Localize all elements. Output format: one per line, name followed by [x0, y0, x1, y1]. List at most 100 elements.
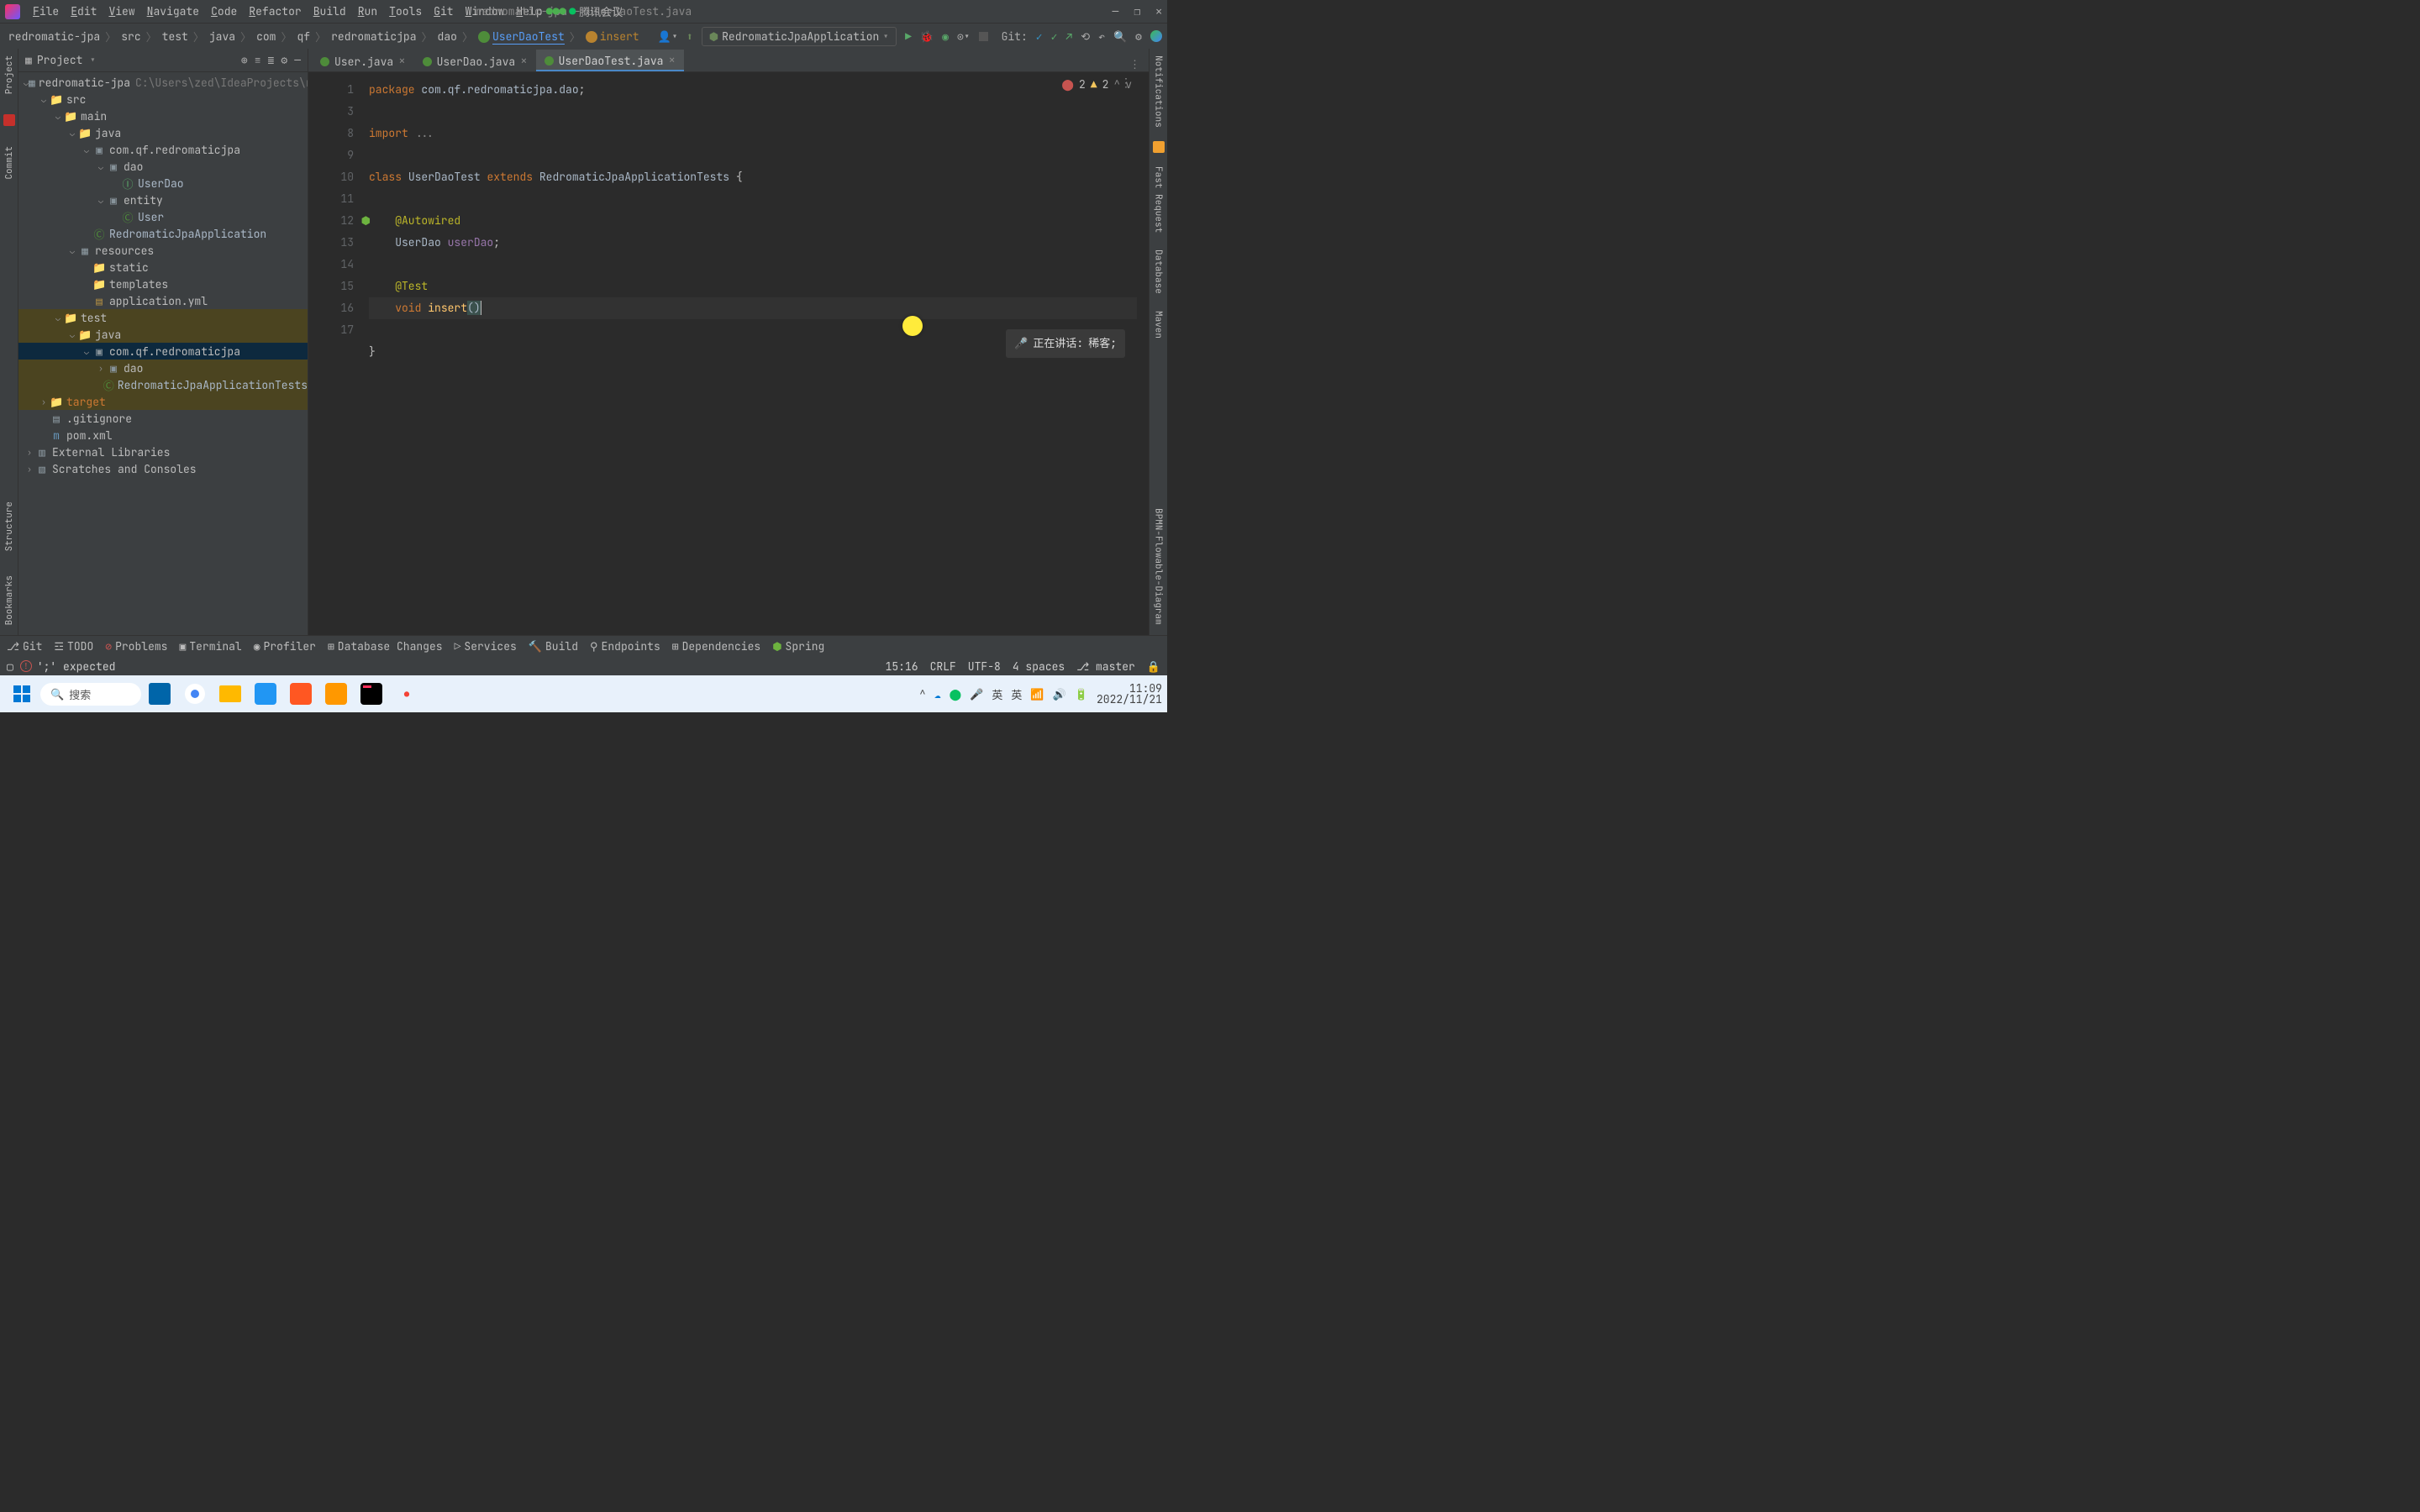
tree-item[interactable]: ⌄▣entity: [18, 192, 308, 208]
notifications-tab[interactable]: Notifications: [1151, 52, 1166, 131]
expand-arrow-icon[interactable]: ⌄: [66, 128, 78, 139]
tencent-icon[interactable]: ⬤: [950, 687, 962, 701]
minimize-icon[interactable]: —: [1113, 4, 1119, 18]
line-number[interactable]: 1: [308, 79, 354, 101]
menu-file[interactable]: File: [27, 4, 65, 18]
build-icon[interactable]: ⬆: [687, 29, 693, 44]
tab-close-icon[interactable]: ×: [668, 53, 675, 68]
volume-icon[interactable]: 🔊: [1053, 687, 1066, 701]
crumb[interactable]: com: [253, 29, 279, 44]
code-line[interactable]: import ...: [369, 123, 1137, 144]
hide-icon[interactable]: —: [294, 53, 301, 67]
tab-close-icon[interactable]: ×: [398, 54, 405, 69]
git-history-icon[interactable]: ⟲: [1081, 29, 1090, 44]
expand-arrow-icon[interactable]: ⌄: [38, 94, 50, 105]
fastrequest-tab[interactable]: Fast Request: [1151, 163, 1166, 236]
tree-item[interactable]: ⒸRedromaticJpaApplication: [18, 225, 308, 242]
explorer-icon[interactable]: [213, 677, 247, 711]
git-branch[interactable]: ⎇ master: [1076, 659, 1135, 674]
tree-item[interactable]: ⌄📁main: [18, 108, 308, 124]
line-number[interactable]: 17: [308, 319, 354, 341]
editor-tab[interactable]: UserDaoTest.java×: [536, 50, 684, 71]
taskbar-search[interactable]: 🔍 搜索: [40, 683, 141, 706]
tab-close-icon[interactable]: ×: [520, 54, 527, 69]
run-icon[interactable]: ▶: [905, 29, 912, 44]
settings-icon[interactable]: ⚙: [1135, 29, 1142, 44]
line-number[interactable]: 10: [308, 166, 354, 188]
crumb[interactable]: redromaticjpa: [328, 29, 419, 44]
crumb-class[interactable]: UserDaoTest: [475, 29, 568, 44]
git-tool-btn[interactable]: ⎇Git: [7, 639, 42, 654]
system-tray[interactable]: ^ ☁ ⬤ 🎤 英 英 📶 🔊 🔋 11:09 2022/11/21: [919, 683, 1162, 705]
line-sep[interactable]: CRLF: [930, 659, 956, 674]
bookmarks-tool-tab[interactable]: Bookmarks: [2, 572, 17, 628]
menu-git[interactable]: Git: [428, 4, 459, 18]
code-line[interactable]: void insert(): [369, 297, 1137, 319]
code-line[interactable]: @Test: [369, 276, 1137, 297]
expand-arrow-icon[interactable]: ›: [95, 363, 107, 374]
gutter[interactable]: 13891011⬢121314151617: [308, 72, 360, 635]
settings-icon[interactable]: ⚙: [281, 53, 287, 67]
code-text[interactable]: package com.qf.redromaticjpa.dao; import…: [360, 72, 1137, 635]
debug-icon[interactable]: 🐞: [920, 29, 934, 44]
battery-icon[interactable]: 🔋: [1075, 687, 1088, 701]
tree-item[interactable]: ⌄📁java: [18, 124, 308, 141]
indent[interactable]: 4 spaces: [1013, 659, 1065, 674]
crumb[interactable]: qf: [294, 29, 314, 44]
crumb[interactable]: java: [206, 29, 239, 44]
project-dropdown-icon[interactable]: ▾: [89, 53, 96, 67]
build-tool-btn[interactable]: 🔨Build: [529, 639, 578, 654]
dependencies-tool-btn[interactable]: ⊞Dependencies: [672, 639, 760, 654]
search-icon[interactable]: 🔍: [1113, 29, 1127, 44]
expand-icon[interactable]: ≡: [255, 53, 261, 67]
code-line[interactable]: [369, 101, 1137, 123]
error-stripe[interactable]: [1137, 72, 1149, 635]
expand-arrow-icon[interactable]: ⌄: [66, 245, 78, 256]
crumb[interactable]: redromatic-jpa: [5, 29, 103, 44]
menu-tools[interactable]: Tools: [383, 4, 428, 18]
crumb[interactable]: dao: [434, 29, 460, 44]
tree-item[interactable]: ⌄📁src: [18, 91, 308, 108]
expand-arrow-icon[interactable]: ⌄: [66, 329, 78, 340]
commit-tool-tab[interactable]: Commit: [2, 143, 17, 183]
menu-help[interactable]: Help: [510, 4, 548, 18]
crumb-method[interactable]: insert: [582, 29, 643, 44]
profile-icon[interactable]: ⊙▾: [957, 29, 971, 44]
menu-view[interactable]: View: [103, 4, 140, 18]
tree-item[interactable]: ⌄▣com.qf.redromaticjpa: [18, 141, 308, 158]
git-rollback-icon[interactable]: ↶: [1098, 29, 1105, 44]
expand-arrow-icon[interactable]: ⌄: [95, 195, 107, 206]
ime-1[interactable]: 英: [992, 686, 1002, 702]
ime-2[interactable]: 英: [1011, 686, 1022, 702]
code-line[interactable]: [369, 188, 1137, 210]
maven-tab[interactable]: Maven: [1151, 307, 1166, 342]
line-number[interactable]: 11: [308, 188, 354, 210]
app-icon-1[interactable]: [249, 677, 282, 711]
menu-code[interactable]: Code: [205, 4, 243, 18]
expand-arrow-icon[interactable]: ⌄: [95, 161, 107, 172]
tree-item[interactable]: ⒸRedromaticJpaApplicationTests: [18, 376, 308, 393]
code-line[interactable]: @Autowired: [369, 210, 1137, 232]
tree-item[interactable]: ⌄▣com.qf.redromaticjpa: [18, 343, 308, 360]
onedrive-icon[interactable]: ☁: [934, 687, 941, 701]
endpoints-tool-btn[interactable]: ⚲Endpoints: [590, 639, 660, 654]
run-config-selector[interactable]: ⬢ RedromaticJpaApplication ▾: [702, 27, 897, 46]
collapse-icon[interactable]: ≣: [268, 53, 275, 67]
tree-item[interactable]: 📁templates: [18, 276, 308, 292]
code-line[interactable]: UserDao userDao;: [369, 232, 1137, 254]
sublime-icon[interactable]: [319, 677, 353, 711]
line-number[interactable]: 15: [308, 276, 354, 297]
database-tab[interactable]: Database: [1151, 246, 1166, 297]
expand-arrow-icon[interactable]: ⌄: [81, 346, 92, 357]
coverage-icon[interactable]: ◉: [942, 29, 949, 44]
line-number[interactable]: 3: [308, 101, 354, 123]
vscode-icon[interactable]: [143, 677, 176, 711]
maximize-icon[interactable]: ❐: [1134, 4, 1140, 18]
tree-item[interactable]: ⌄▦resources: [18, 242, 308, 259]
mic-tray-icon[interactable]: 🎤: [970, 687, 983, 701]
intellij-icon[interactable]: [355, 677, 388, 711]
app-icon-2[interactable]: [284, 677, 318, 711]
code-line[interactable]: [369, 144, 1137, 166]
menu-refactor[interactable]: Refactor: [243, 4, 307, 18]
bpmn-tab[interactable]: BPMN-Flowable-Diagram: [1151, 505, 1166, 628]
